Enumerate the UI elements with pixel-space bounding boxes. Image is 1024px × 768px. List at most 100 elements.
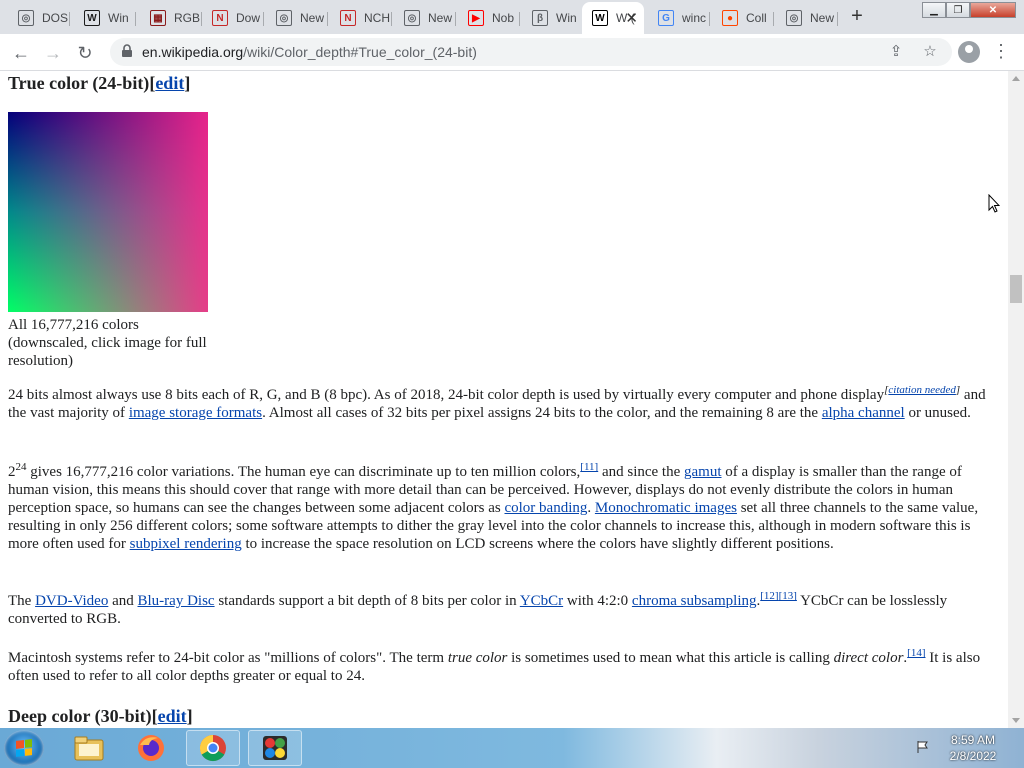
menu-dots-icon[interactable]: ⋮ bbox=[992, 42, 1010, 60]
tab-5[interactable]: N NCH bbox=[330, 4, 392, 32]
profile-avatar-icon[interactable] bbox=[958, 41, 980, 63]
url-text[interactable]: en.wikipedia.org/wiki/Color_depth#True_c… bbox=[142, 44, 477, 60]
new-tab-button[interactable]: + bbox=[846, 6, 868, 28]
tab-label: New bbox=[300, 11, 325, 25]
subpixel-rendering-link[interactable]: subpixel rendering bbox=[130, 536, 242, 552]
edit-link-2[interactable]: edit bbox=[158, 706, 187, 726]
tab-label: NCH bbox=[364, 11, 390, 25]
reference-14-link[interactable]: [14] bbox=[907, 647, 925, 659]
exponent: 24 bbox=[15, 461, 27, 473]
scroll-down-arrow-icon[interactable] bbox=[1012, 718, 1020, 723]
beta-icon: β bbox=[532, 10, 548, 26]
gamut-link[interactable]: gamut bbox=[684, 464, 722, 480]
paragraph-3: The DVD-Video and Blu-ray Disc standards… bbox=[8, 590, 998, 628]
tab-separator bbox=[391, 12, 392, 26]
citation-needed-link[interactable]: citation needed bbox=[888, 384, 956, 396]
tab-2[interactable]: ▦ RGB bbox=[140, 4, 202, 32]
firefox-icon bbox=[138, 735, 164, 761]
reference-13-link[interactable]: [13] bbox=[779, 590, 797, 602]
edit-link[interactable]: edit bbox=[155, 73, 184, 93]
back-button[interactable]: ← bbox=[8, 40, 34, 66]
all-colors-image[interactable] bbox=[8, 112, 208, 312]
ycbcr-link[interactable]: YCbCr bbox=[520, 593, 563, 609]
text: The bbox=[8, 593, 36, 609]
taskbar-firefox[interactable] bbox=[124, 730, 178, 766]
tab-label: Nob bbox=[492, 11, 515, 25]
nch-icon: N bbox=[212, 10, 228, 26]
clock-time: 8:59 AM bbox=[950, 733, 996, 747]
system-clock[interactable]: 8:59 AM 2/8/2022 bbox=[940, 732, 1006, 764]
text: gives 16,777,216 color variations. The h… bbox=[26, 464, 581, 480]
close-tab-icon[interactable]: ✕ bbox=[625, 9, 638, 27]
dvd-video-link[interactable]: DVD-Video bbox=[35, 593, 108, 609]
reference-12-link[interactable]: [12] bbox=[760, 590, 778, 602]
vertical-scrollbar[interactable] bbox=[1008, 71, 1024, 728]
tab-separator bbox=[69, 12, 70, 26]
scroll-up-arrow-icon[interactable] bbox=[1012, 76, 1020, 81]
heading-text: True color (24-bit) bbox=[8, 73, 150, 93]
chroma-subsampling-link[interactable]: chroma subsampling bbox=[632, 593, 757, 609]
scrollbar-thumb[interactable] bbox=[1010, 275, 1022, 303]
reference-11-link[interactable]: [11] bbox=[580, 461, 598, 473]
text: with 4:2:0 bbox=[563, 593, 632, 609]
taskbar-dosbox[interactable] bbox=[248, 730, 302, 766]
chrome-icon: ◎ bbox=[786, 10, 802, 26]
address-bar[interactable]: en.wikipedia.org/wiki/Color_depth#True_c… bbox=[110, 38, 952, 66]
image-storage-formats-link[interactable]: image storage formats bbox=[129, 405, 262, 421]
tab-separator bbox=[773, 12, 774, 26]
color-banding-link[interactable]: color banding bbox=[504, 500, 587, 516]
start-button[interactable] bbox=[4, 730, 44, 766]
text: . bbox=[587, 500, 595, 516]
tab-separator bbox=[263, 12, 264, 26]
taskbar-chrome[interactable] bbox=[186, 730, 240, 766]
share-icon[interactable]: ⇪ bbox=[886, 42, 906, 62]
tab-7[interactable]: ▶ Nob bbox=[458, 4, 520, 32]
tab-8[interactable]: β Win bbox=[522, 4, 584, 32]
blu-ray-disc-link[interactable]: Blu-ray Disc bbox=[138, 593, 215, 609]
chrome-icon bbox=[199, 734, 226, 762]
maximize-button[interactable]: ❐ bbox=[946, 2, 970, 18]
windows-taskbar: 8:59 AM 2/8/2022 bbox=[0, 728, 1024, 768]
heading-text: Deep color (30-bit) bbox=[8, 706, 152, 726]
text: Macintosh systems refer to 24-bit color … bbox=[8, 650, 448, 666]
tab-10[interactable]: Gwinc bbox=[648, 4, 710, 32]
forward-button[interactable]: → bbox=[40, 40, 66, 66]
tab-11[interactable]: ● Coll bbox=[712, 4, 774, 32]
text: and since the bbox=[598, 464, 685, 480]
article-content: True color (24-bit)[edit] All 16,777,216… bbox=[0, 71, 1008, 728]
folder-icon bbox=[74, 736, 104, 761]
text: is sometimes used to mean what this arti… bbox=[507, 650, 834, 666]
tab-12[interactable]: ◎ New bbox=[776, 4, 838, 32]
reload-button[interactable]: ↻ bbox=[72, 40, 98, 66]
chrome-icon: ◎ bbox=[404, 10, 420, 26]
taskbar-explorer[interactable] bbox=[62, 730, 116, 766]
tab-separator bbox=[519, 12, 520, 26]
winamp-icon: W bbox=[84, 10, 100, 26]
action-center-flag-icon[interactable] bbox=[916, 740, 930, 754]
tab-label: Win bbox=[108, 11, 129, 25]
browser-toolbar: ← → ↻ en.wikipedia.org/wiki/Color_depth#… bbox=[0, 34, 1024, 71]
tab-separator bbox=[327, 12, 328, 26]
tab-label: DOS bbox=[42, 11, 69, 25]
tab-3[interactable]: N Dow bbox=[202, 4, 264, 32]
close-window-button[interactable]: ✕ bbox=[970, 2, 1016, 18]
minimize-button[interactable]: ▁ bbox=[922, 2, 946, 18]
bookmark-star-icon[interactable]: ☆ bbox=[920, 42, 940, 62]
lock-icon[interactable] bbox=[120, 44, 134, 58]
paragraph-1: 24 bits almost always use 8 bits each of… bbox=[8, 384, 986, 422]
italic-text: true color bbox=[447, 650, 508, 666]
monochromatic-images-link[interactable]: Monochromatic images bbox=[595, 500, 737, 516]
alpha-channel-link[interactable]: alpha channel bbox=[822, 405, 905, 421]
tab-9[interactable]: WW (✕ bbox=[582, 2, 644, 34]
tab-6[interactable]: ◎ New bbox=[394, 4, 456, 32]
mouse-cursor-icon bbox=[988, 194, 1000, 213]
clock-date: 2/8/2022 bbox=[949, 749, 997, 763]
reddit-icon: ● bbox=[722, 10, 738, 26]
tab-1[interactable]: W Win bbox=[74, 4, 136, 32]
tab-strip: ◎ DOS W Win ▦ RGB N Dow ◎ New N NCH ◎ New ▶ Nob β Win W W (… bbox=[0, 0, 1024, 34]
tab-separator bbox=[135, 12, 136, 26]
window-controls: ▁ ❐ ✕ bbox=[922, 2, 1016, 18]
tab-0[interactable]: ◎ DOS bbox=[8, 4, 70, 32]
tab-4[interactable]: ◎ New bbox=[266, 4, 328, 32]
tab-label: New bbox=[810, 11, 835, 25]
